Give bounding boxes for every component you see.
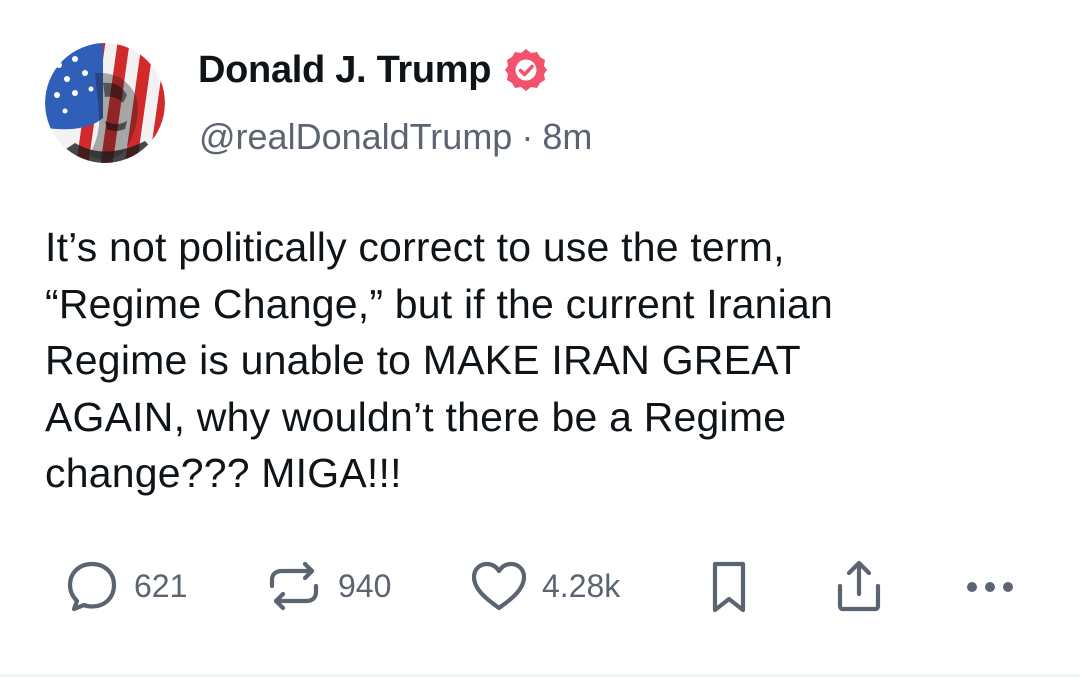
reply-button[interactable]: 621	[62, 554, 187, 618]
repost-arrows-icon	[269, 561, 319, 611]
avatar-flag-portrait-icon	[45, 43, 165, 163]
bookmark-icon	[712, 561, 746, 613]
post-timestamp[interactable]: 8m	[542, 116, 592, 158]
more-dots-icon	[967, 582, 1013, 592]
like-count: 4.28k	[542, 567, 621, 604]
post-card: Donald J. Trump @realDonaldTrump · 8m It…	[0, 0, 1080, 677]
author-name-row: Donald J. Trump	[198, 46, 549, 94]
author-handle-row: @realDonaldTrump · 8m	[199, 112, 592, 162]
share-button[interactable]	[831, 554, 887, 618]
heart-icon	[471, 561, 527, 611]
like-button[interactable]: 4.28k	[468, 554, 620, 618]
post-body-text: It’s not politically correct to use the …	[45, 224, 834, 496]
repost-count: 940	[338, 567, 392, 604]
author-display-name[interactable]: Donald J. Trump	[198, 49, 492, 92]
repost-button[interactable]: 940	[262, 554, 391, 618]
share-upload-icon	[837, 560, 881, 612]
author-handle[interactable]: @realDonaldTrump	[199, 116, 512, 158]
author-avatar[interactable]	[45, 43, 165, 163]
meta-separator: ·	[521, 116, 534, 157]
verified-badge-icon	[505, 49, 548, 91]
more-options-button[interactable]	[958, 554, 1022, 618]
reply-count: 621	[134, 567, 188, 604]
bookmark-button[interactable]	[704, 554, 754, 618]
reply-bubble-icon	[67, 561, 117, 612]
post-action-bar: 621 940 4.28k	[0, 554, 1080, 618]
